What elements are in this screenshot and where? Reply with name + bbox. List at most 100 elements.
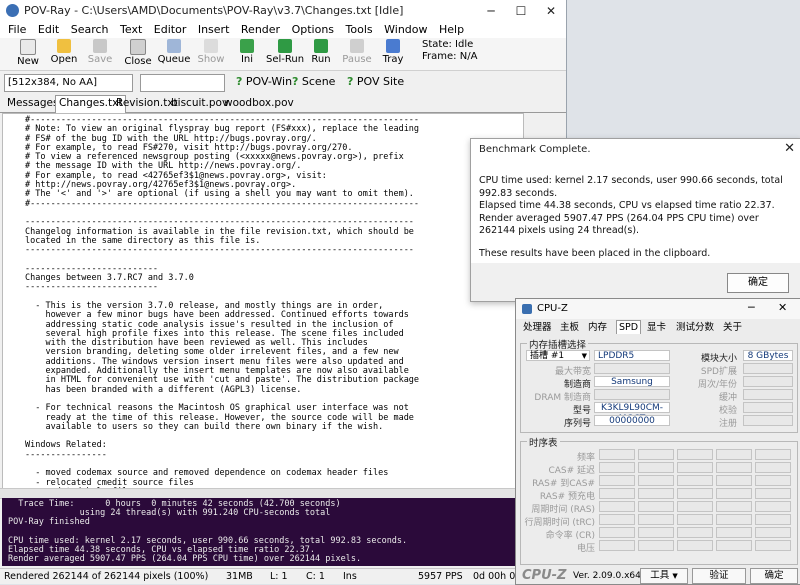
memory-type: LPDDR5 — [594, 350, 670, 361]
result-line-render: Render averaged 5907.47 PPS (264.04 PPS … — [479, 212, 759, 237]
timing-cell — [599, 449, 635, 460]
ok-button[interactable]: 确定 — [727, 273, 789, 293]
new-button[interactable]: New — [10, 38, 46, 70]
timing-cell — [677, 449, 713, 460]
dialog-message: CPU time used: kernel 2.17 seconds, user… — [479, 175, 794, 260]
tab-graphics[interactable]: 显卡 — [645, 321, 668, 334]
sel-run-button[interactable]: Sel-Run — [265, 38, 305, 70]
correction — [743, 402, 793, 413]
pause-icon — [350, 39, 364, 53]
close-icon[interactable]: ✕ — [536, 0, 566, 22]
column-number: C: 1 — [306, 571, 325, 582]
timing-cell — [716, 501, 752, 512]
timing-cell — [716, 462, 752, 473]
menu-insert[interactable]: Insert — [198, 22, 230, 38]
frame-value: N/A — [459, 51, 478, 62]
timing-label-cr: 命令率 (CR) — [545, 531, 595, 541]
povray-app-icon — [6, 4, 19, 17]
serial-label: 序列号 — [563, 419, 591, 429]
tab-messages[interactable]: Messages — [4, 96, 62, 111]
insert-mode: Ins — [343, 571, 357, 582]
max-bandwidth-label: 最大带宽 — [554, 367, 591, 377]
timing-cell — [677, 514, 713, 525]
help-icon: ? — [292, 75, 299, 88]
timing-cell — [638, 501, 674, 512]
editor-tabs: Messages Changes.txt Revision.txt biscui… — [0, 95, 566, 113]
new-file-icon — [20, 39, 36, 55]
open-button[interactable]: Open — [46, 38, 82, 70]
menu-search[interactable]: Search — [71, 22, 109, 38]
menu-file[interactable]: File — [8, 22, 26, 38]
ini-button[interactable]: Ini — [229, 38, 265, 70]
save-button[interactable]: Save — [82, 38, 118, 70]
window-title: POV-Ray - C:\Users\AMD\Documents\POV-Ray… — [24, 4, 404, 17]
timing-cell — [599, 501, 635, 512]
tab-bench[interactable]: 测试分数 — [674, 321, 716, 334]
slot-group-label: 内存插槽选择 — [527, 337, 589, 351]
tab-memory[interactable]: 内存 — [586, 321, 609, 334]
close-icon[interactable]: ✕ — [784, 141, 795, 156]
menu-edit[interactable]: Edit — [38, 22, 59, 38]
pov-win-link[interactable]: ? POV-Win — [236, 75, 292, 88]
benchmark-dialog: Benchmark Complete. ✕ CPU time used: ker… — [470, 138, 800, 302]
tab-spd[interactable]: SPD — [616, 320, 642, 334]
menu-window[interactable]: Window — [384, 22, 427, 38]
render-state-panel: State: Idle Frame: N/A — [422, 39, 478, 62]
close-icon[interactable]: ✕ — [778, 301, 787, 314]
save-icon — [93, 39, 107, 53]
command-line-input[interactable] — [140, 74, 225, 92]
menu-editor[interactable]: Editor — [154, 22, 187, 38]
menu-render[interactable]: Render — [241, 22, 280, 38]
run-button[interactable]: Run — [303, 38, 339, 70]
pause-button[interactable]: Pause — [339, 38, 375, 70]
tab-mainboard[interactable]: 主板 — [558, 321, 581, 334]
timing-label-tras: 周期时间 (RAS) — [531, 505, 595, 515]
minimize-icon[interactable]: ─ — [476, 0, 506, 22]
timing-cell — [599, 514, 635, 525]
render-progress-text: Rendered 262144 of 262144 pixels (100%) — [4, 571, 209, 582]
show-button[interactable]: Show — [193, 38, 229, 70]
tab-about[interactable]: 关于 — [721, 321, 744, 334]
ok-button[interactable]: 确定 — [750, 568, 798, 584]
verify-button[interactable]: 验证 — [692, 568, 746, 584]
timing-cell — [755, 501, 791, 512]
close-button[interactable]: Close — [120, 38, 156, 70]
timing-cell — [638, 540, 674, 551]
minimize-icon[interactable]: ─ — [748, 301, 755, 314]
cpuz-app-icon — [522, 304, 532, 314]
queue-icon — [167, 39, 181, 53]
maximize-icon[interactable]: ☐ — [506, 0, 536, 22]
chevron-down-icon: ▼ — [672, 572, 678, 580]
timing-cell — [599, 462, 635, 473]
resolution-select[interactable]: [512x384, No AA] — [4, 74, 133, 92]
menu-text[interactable]: Text — [120, 22, 142, 38]
menu-help[interactable]: Help — [439, 22, 464, 38]
ini-icon — [240, 39, 254, 53]
slot-select[interactable]: 插槽 #1 ▼ — [526, 350, 590, 361]
line-number: L: 1 — [270, 571, 288, 582]
cpuz-titlebar[interactable]: CPU-Z ─ ✕ — [516, 299, 800, 319]
text-editor[interactable]: #---------------------------------------… — [2, 113, 524, 489]
tray-button[interactable]: Tray — [375, 38, 411, 70]
tray-icon — [386, 39, 400, 53]
queue-button[interactable]: Queue — [156, 38, 192, 70]
povray-titlebar[interactable]: POV-Ray - C:\Users\AMD\Documents\POV-Ray… — [0, 0, 566, 23]
menu-tools[interactable]: Tools — [346, 22, 373, 38]
max-bandwidth — [594, 363, 670, 374]
buffered-label: 缓冲 — [718, 393, 737, 403]
dram-manufacturer-label: DRAM 制造商 — [534, 393, 591, 403]
correction-label: 校验 — [718, 406, 737, 416]
tab-cpu[interactable]: 处理器 — [521, 321, 554, 334]
tools-button[interactable]: 工具 ▼ — [640, 568, 688, 584]
pov-site-link[interactable]: ? POV Site — [347, 75, 404, 88]
scene-link[interactable]: ? Scene — [292, 75, 335, 88]
tab-woodbox-pov[interactable]: woodbox.pov — [221, 96, 297, 111]
timing-cell — [599, 540, 635, 551]
menu-options[interactable]: Options — [292, 22, 334, 38]
result-line-cpu: CPU time used: kernel 2.17 seconds, user… — [479, 175, 783, 199]
timing-cell — [755, 527, 791, 538]
timing-cell — [755, 449, 791, 460]
registered — [743, 415, 793, 426]
timing-group: 时序表 频率 CAS# 延迟 RAS# 到CAS# RAS# 预充电 周期时间 … — [520, 435, 798, 565]
timing-cell — [677, 527, 713, 538]
